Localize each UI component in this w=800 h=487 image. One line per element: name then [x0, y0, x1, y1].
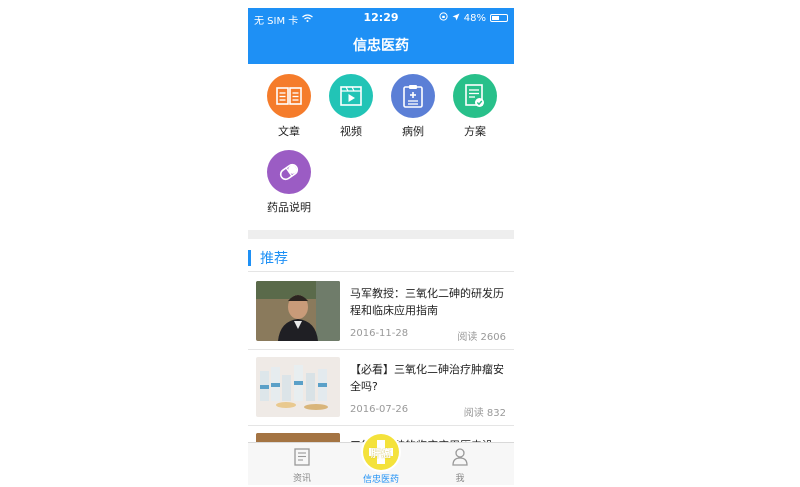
- tab-label: 我: [455, 474, 465, 484]
- article-item[interactable]: 【必看】三氧化二砷治疗肿瘤安全吗? 2016-07-26 阅读 832: [248, 350, 514, 426]
- phone-screen: 无 SIM 卡 12:29 48% 信忠医药 文章 视频 病例 方案 药品说明 …: [248, 8, 514, 485]
- category-article[interactable]: 文章: [257, 74, 321, 139]
- user-icon: [452, 448, 468, 469]
- category-label: 病例: [402, 125, 424, 138]
- plan-icon: [453, 74, 497, 118]
- article-item[interactable]: 马军教授：三氧化二砷的研发历程和临床应用指南 2016-11-28 阅读 260…: [248, 274, 514, 350]
- nav-bar: 信忠医药: [248, 28, 514, 64]
- pill-icon: [267, 150, 311, 194]
- section-title: 推荐: [260, 251, 288, 267]
- article-title: 【必看】三氧化二砷治疗肿瘤安全吗?: [350, 363, 504, 393]
- tab-home[interactable]: 肝癌 信忠医药: [351, 434, 411, 485]
- recommend-header: 推荐: [248, 246, 514, 272]
- tab-label: 信忠医药: [362, 475, 399, 485]
- page-title: 信忠医药: [353, 38, 409, 54]
- tab-bar: 资讯 肝癌 信忠医药 我: [248, 434, 514, 485]
- video-icon: [329, 74, 373, 118]
- category-case[interactable]: 病例: [381, 74, 445, 139]
- category-label: 方案: [464, 125, 486, 138]
- article-read-count: 阅读 2606: [457, 332, 506, 343]
- article-thumbnail: [256, 281, 340, 341]
- tab-label: 资讯: [292, 474, 311, 484]
- category-label: 视频: [340, 125, 362, 138]
- section-divider: [248, 230, 514, 239]
- news-icon: [294, 448, 310, 469]
- tab-me[interactable]: 我: [430, 448, 490, 484]
- category-grid: 文章 视频 病例 方案 药品说明: [248, 74, 514, 226]
- article-date: 2016-07-26: [350, 404, 409, 415]
- liver-cancer-badge: 肝癌: [363, 434, 399, 470]
- category-label: 药品说明: [267, 201, 311, 214]
- status-bar: 无 SIM 卡 12:29 48%: [248, 8, 514, 28]
- location-icon: [452, 13, 460, 24]
- article-date: 2016-11-28: [350, 328, 409, 339]
- book-icon: [267, 74, 311, 118]
- article-title: 马军教授：三氧化二砷的研发历程和临床应用指南: [350, 287, 504, 317]
- category-plan[interactable]: 方案: [443, 74, 507, 139]
- section-accent-bar: [248, 250, 251, 266]
- battery-percent: 48%: [463, 12, 486, 24]
- category-label: 文章: [278, 125, 300, 138]
- clipboard-icon: [391, 74, 435, 118]
- category-drug-info[interactable]: 药品说明: [257, 150, 321, 215]
- article-thumbnail: [256, 357, 340, 417]
- category-video[interactable]: 视频: [319, 74, 383, 139]
- badge-text: 肝癌: [371, 448, 391, 460]
- battery-icon: [490, 14, 508, 22]
- lock-rotation-icon: [439, 12, 448, 24]
- article-read-count: 阅读 832: [463, 408, 506, 419]
- tab-news[interactable]: 资讯: [272, 448, 332, 484]
